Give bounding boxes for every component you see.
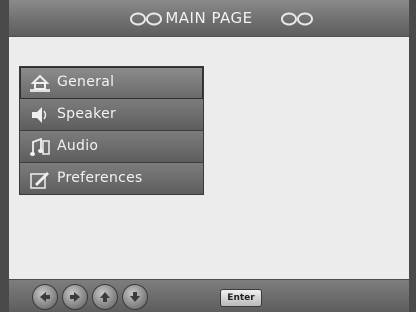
- speaker-icon: [32, 107, 47, 123]
- audio-icon: [30, 137, 50, 156]
- menu-item-label: Speaker: [57, 106, 117, 122]
- arrow-up-icon: [100, 292, 110, 302]
- title-bar: MAIN PAGE: [9, 0, 409, 37]
- down-arrow-button[interactable]: [122, 284, 148, 310]
- menu-item-audio[interactable]: Audio: [20, 131, 203, 163]
- menu-item-label: Audio: [57, 138, 99, 154]
- enter-button[interactable]: Enter: [220, 289, 262, 307]
- menu-item-label: Preferences: [57, 170, 143, 186]
- menu-item-speaker[interactable]: Speaker: [20, 99, 203, 131]
- main-menu: General Speaker Audio Preferences: [19, 66, 204, 195]
- arrow-right-icon: [70, 292, 80, 302]
- infinity-logo-icon: [281, 12, 313, 26]
- main-screen: MAIN PAGE General Speaker Audio Preferen…: [9, 0, 409, 312]
- menu-item-preferences[interactable]: Preferences: [20, 163, 203, 194]
- arrow-down-icon: [130, 292, 140, 302]
- bottom-bar: Enter: [9, 279, 409, 312]
- menu-item-general[interactable]: General: [20, 67, 203, 99]
- right-arrow-button[interactable]: [62, 284, 88, 310]
- preferences-icon: [30, 172, 49, 189]
- up-arrow-button[interactable]: [92, 284, 118, 310]
- house-icon: [30, 74, 50, 92]
- menu-item-label: General: [57, 74, 115, 90]
- arrow-left-icon: [40, 292, 50, 302]
- left-arrow-button[interactable]: [32, 284, 58, 310]
- page-title: MAIN PAGE: [165, 9, 253, 27]
